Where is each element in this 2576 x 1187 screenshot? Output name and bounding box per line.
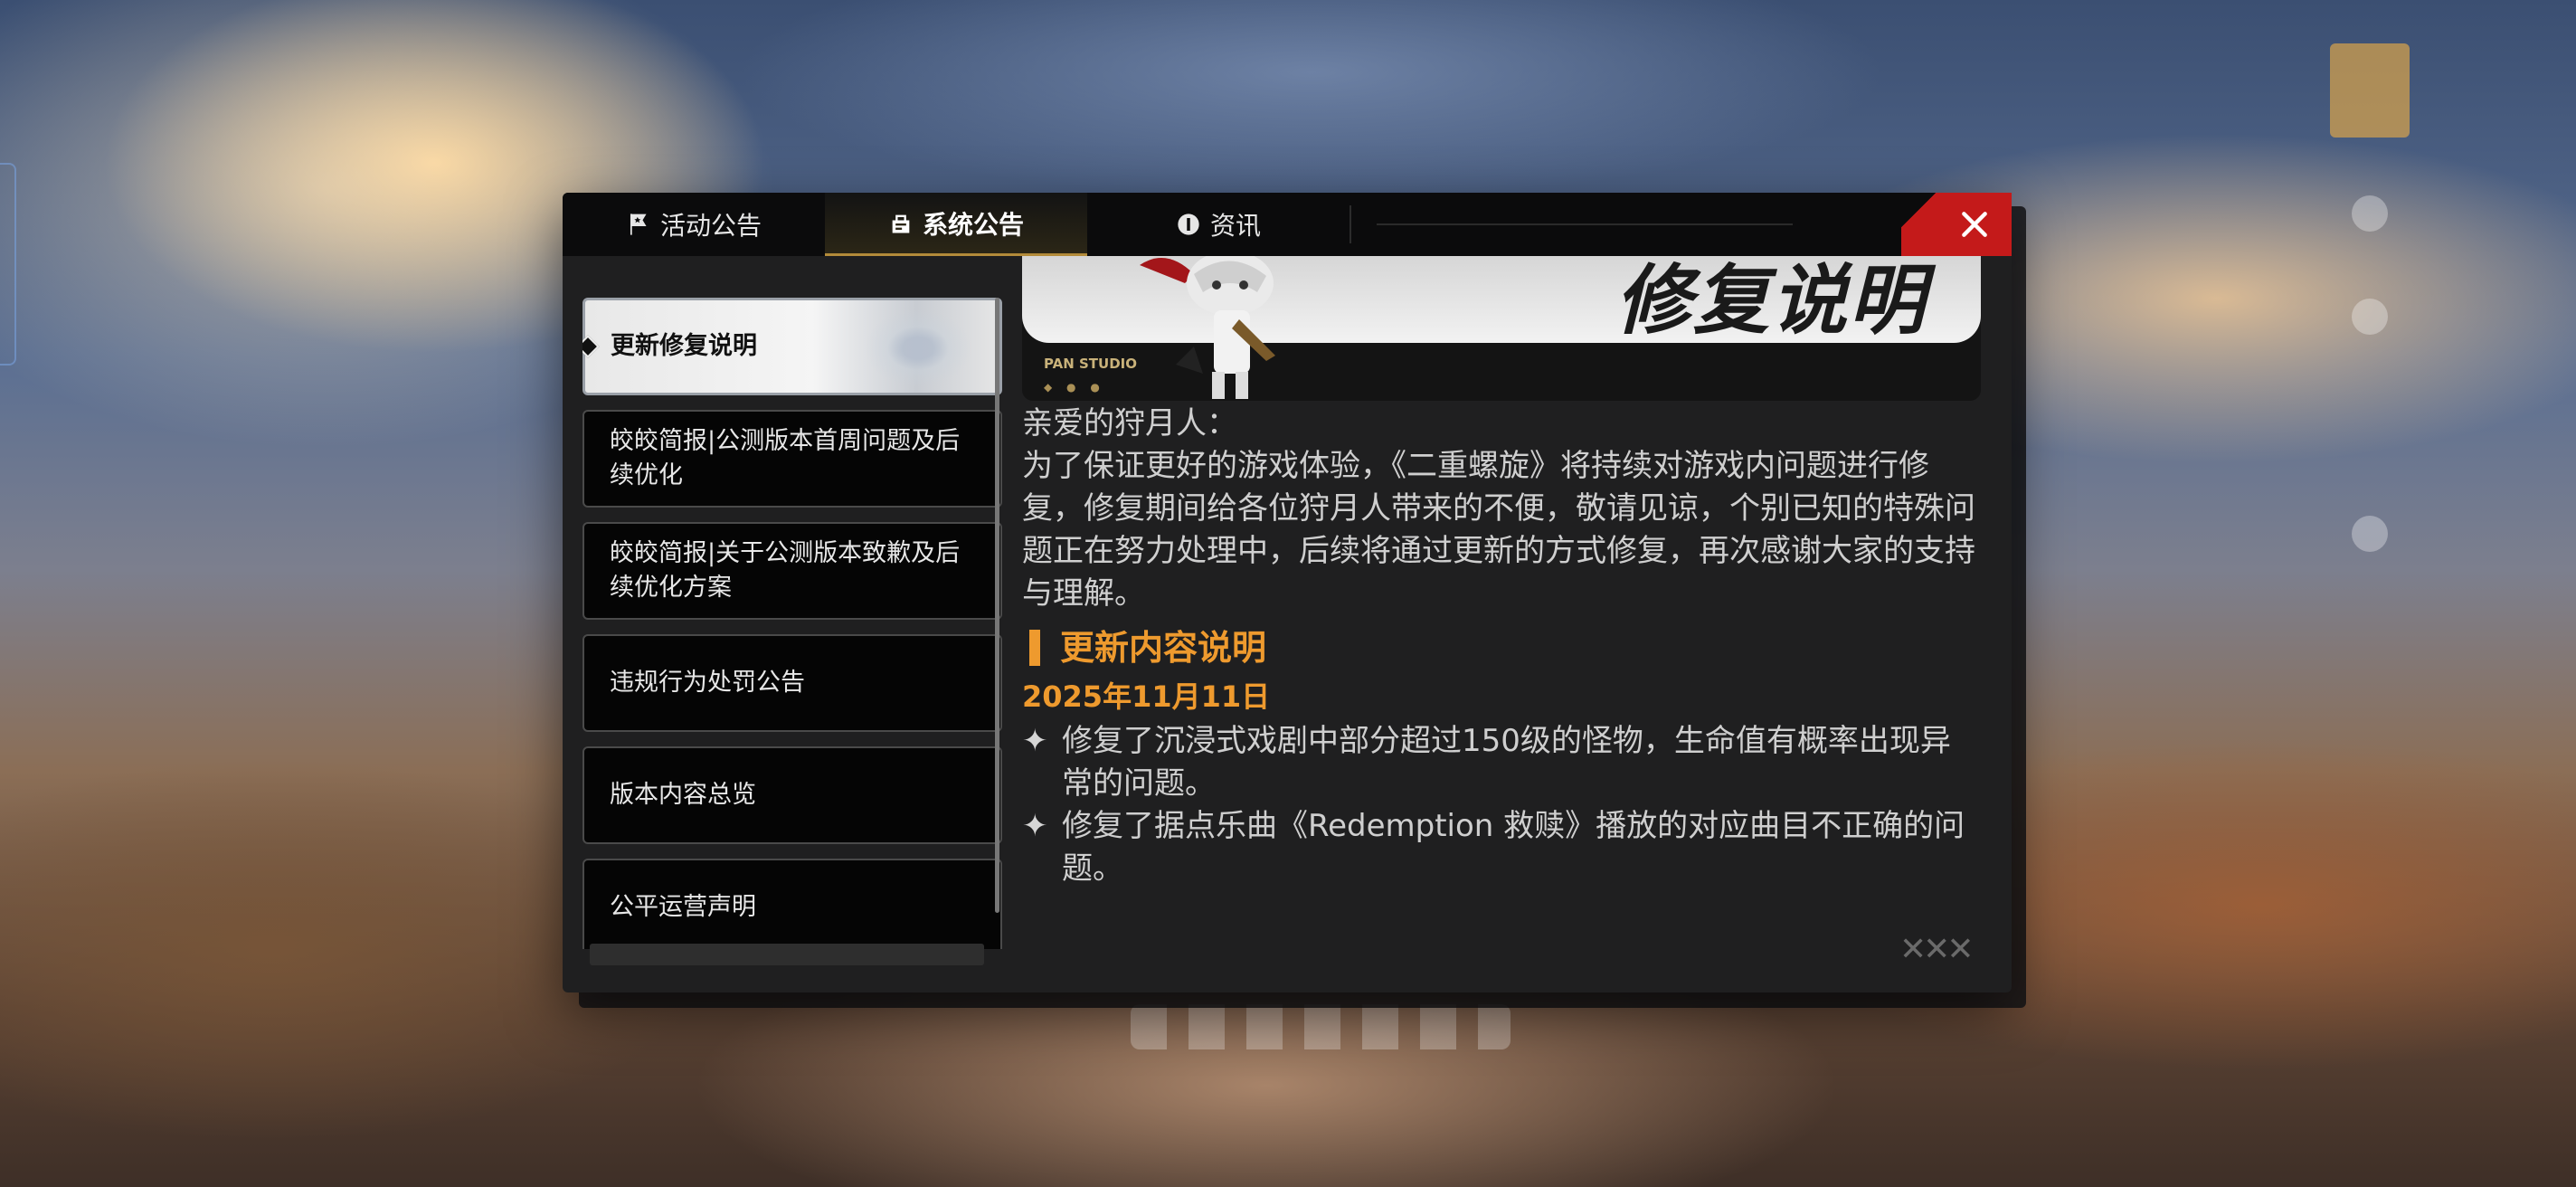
intro-text: 为了保证更好的游戏体验，《二重螺旋》将持续对游戏内问题进行修复，修复期间给各位狩… [1022,448,1975,612]
bullet-item: ✦ 修复了沉浸式戏剧中部分超过150级的怪物，生命值有概率出现异常的问题。 [1022,720,1981,805]
sparkle-bullet-icon: ✦ [1022,808,1048,844]
list-item[interactable]: 违规行为处罚公告 [582,634,1002,732]
info-icon [1178,214,1199,235]
tab-activity[interactable]: 活动公告 [563,193,825,256]
banner-image: 修复说明 PAN STUDIO ◆ ● ● [1022,256,1981,401]
close-button[interactable] [1901,193,2012,256]
section-bar-icon [1029,630,1040,666]
selected-marker-icon [582,335,600,358]
sparkle-bullet-icon: ✦ [1022,723,1048,759]
tab-label: 系统公告 [922,209,1024,240]
left-edge-panel [0,163,16,366]
list-item-label: 违规行为处罚公告 [610,669,805,697]
notice-board-icon [892,214,910,233]
side-dot [2352,516,2388,552]
banner-dots: ◆ ● ● [1044,381,1105,394]
update-date: 2025年11月11日 [1022,679,1271,714]
content-fade [1022,898,1990,953]
tab-label: 活动公告 [659,211,762,241]
eye-emblem-icon [864,309,972,387]
announcement-list[interactable]: 更新修复说明 皎皎简报|公测版本首周问题及后续优化 皎皎简报|关于公测版本致歉及… [582,298,1002,949]
section-title: 更新内容说明 [1060,628,1267,668]
close-icon [1962,212,1987,237]
article-body: 亲爱的狩月人： 为了保证更好的游戏体验，《二重螺旋》将持续对游戏内问题进行修复，… [1022,403,1981,890]
list-item-label: 公平运营声明 [610,893,756,921]
brand-mark-icon: ✕✕✕ [1899,931,1974,968]
list-footer-decoration [590,944,984,965]
chibi-character-icon [1140,256,1275,399]
list-item[interactable]: 皎皎简报|关于公测版本致歉及后续优化方案 [582,522,1002,620]
list-item-label: 皎皎简报|关于公测版本致歉及后续优化方案 [610,539,961,602]
star-flag-icon [630,214,647,235]
tab-decoration [1377,223,1793,225]
tab-separator [1350,205,1351,243]
list-item-label: 更新修复说明 [611,332,757,360]
list-item-label: 版本内容总览 [610,781,756,809]
banner-title: 修复说明 [1615,256,1927,345]
bullet-item: ✦ 修复了据点乐曲《Redemption 救赎》播放的对应曲目不正确的问题。 [1022,805,1981,890]
list-item[interactable]: 公平运营声明 [582,859,1002,949]
bullet-text: 修复了据点乐曲《Redemption 救赎》播放的对应曲目不正确的问题。 [1062,808,1965,887]
greeting-text: 亲爱的狩月人： [1022,405,1237,442]
announcement-content[interactable]: 修复说明 PAN STUDIO ◆ ● ● 亲爱的狩月人： 为了保证更好的游戏体… [1022,256,1990,953]
tab-bar: 活动公告 系统公告 资讯 [563,193,2012,256]
list-scrollbar[interactable] [995,298,999,913]
list-item[interactable]: 更新修复说明 [582,298,1002,395]
tab-news[interactable]: 资讯 [1087,193,1350,256]
list-item[interactable]: 皎皎简报|公测版本首周问题及后续优化 [582,410,1002,508]
background-indicator [1131,1004,1511,1049]
side-dot [2352,299,2388,335]
studio-label: PAN STUDIO [1044,356,1138,372]
list-item-label: 皎皎简报|公测版本首周问题及后续优化 [610,427,961,489]
tab-label: 资讯 [1209,211,1261,241]
side-badge [2330,43,2410,138]
announcement-dialog: 活动公告 系统公告 资讯 更新修复说明 皎皎简报|公测版本首周问题及后续优化 皎… [563,193,2012,992]
bullet-text: 修复了沉浸式戏剧中部分超过150级的怪物，生命值有概率出现异常的问题。 [1062,723,1951,802]
tab-system[interactable]: 系统公告 [825,193,1087,256]
list-item[interactable]: 版本内容总览 [582,746,1002,844]
side-dot [2352,195,2388,232]
section-heading: 更新内容说明 [1022,622,1981,673]
